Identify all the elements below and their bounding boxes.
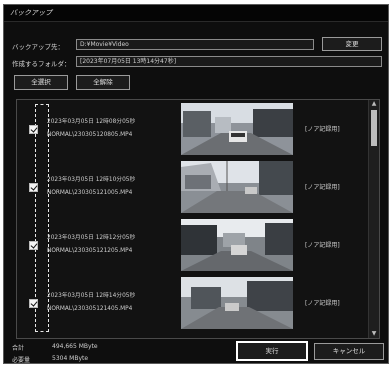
file-checkbox[interactable]	[29, 183, 38, 192]
file-name: NORMAL\230305120805.MP4	[47, 132, 133, 138]
scroll-down-icon[interactable]: ▼	[369, 330, 379, 338]
file-checkbox[interactable]	[29, 299, 38, 308]
deselect-all-button[interactable]: 全解除	[76, 75, 130, 90]
file-checkbox[interactable]	[29, 241, 38, 250]
file-kind: [ノア記録用]	[305, 242, 340, 249]
file-datetime: 2023年03月05日 12時14分05秒	[47, 293, 136, 299]
folder-name-field[interactable]: [2023年07月05日 13時14分47秒]	[76, 56, 382, 67]
list-item[interactable]: 2023年03月05日 12時10分05秒 NORMAL\23030512100…	[17, 158, 369, 216]
cancel-button[interactable]: キャンセル	[314, 343, 384, 360]
backup-destination-field[interactable]: D:¥Movie¥Video	[76, 39, 314, 50]
file-list: 2023年03月05日 12時08分05秒 NORMAL\23030512080…	[16, 99, 380, 339]
total-value: 494,665 MByte	[52, 343, 98, 350]
file-name: NORMAL\230305121205.MP4	[47, 248, 133, 254]
select-all-button[interactable]: 全選択	[14, 75, 68, 90]
video-thumbnail	[181, 219, 293, 271]
scroll-up-icon[interactable]: ▲	[369, 100, 379, 108]
file-kind: [ノア記録用]	[305, 126, 340, 133]
window-title: バックアップ	[4, 5, 388, 22]
file-kind: [ノア記録用]	[305, 184, 340, 191]
list-item[interactable]: 2023年03月05日 12時08分05秒 NORMAL\23030512080…	[17, 100, 369, 158]
video-thumbnail	[181, 161, 293, 213]
file-datetime: 2023年03月05日 12時12分05秒	[47, 235, 136, 241]
required-value: 5304 MByte	[52, 355, 89, 362]
file-datetime: 2023年03月05日 12時08分05秒	[47, 119, 136, 125]
list-item[interactable]: 2023年03月05日 12時12分05秒 NORMAL\23030512120…	[17, 216, 369, 274]
folder-name-label: 作成するフォルダ：	[12, 60, 71, 68]
required-label: 必要量	[12, 357, 31, 364]
file-name: NORMAL\230305121005.MP4	[47, 190, 133, 196]
file-kind: [ノア記録用]	[305, 300, 340, 307]
video-thumbnail	[181, 277, 293, 329]
execute-button[interactable]: 実行	[236, 341, 308, 361]
video-thumbnail	[181, 103, 293, 155]
file-datetime: 2023年03月05日 12時10分05秒	[47, 177, 136, 183]
file-name: NORMAL\230305121405.MP4	[47, 306, 133, 312]
change-button[interactable]: 変更	[322, 37, 382, 51]
file-checkbox[interactable]	[29, 125, 38, 134]
scrollbar-thumb[interactable]	[371, 110, 377, 146]
list-item[interactable]: 2023年03月05日 12時14分05秒 NORMAL\23030512140…	[17, 274, 369, 332]
list-scrollbar[interactable]: ▲ ▼	[368, 100, 379, 338]
backup-dialog: バックアップ バックアップ先： D:¥Movie¥Video 変更 作成するフォ…	[3, 4, 389, 364]
total-label: 合計	[12, 345, 25, 352]
backup-destination-label: バックアップ先：	[12, 43, 64, 51]
